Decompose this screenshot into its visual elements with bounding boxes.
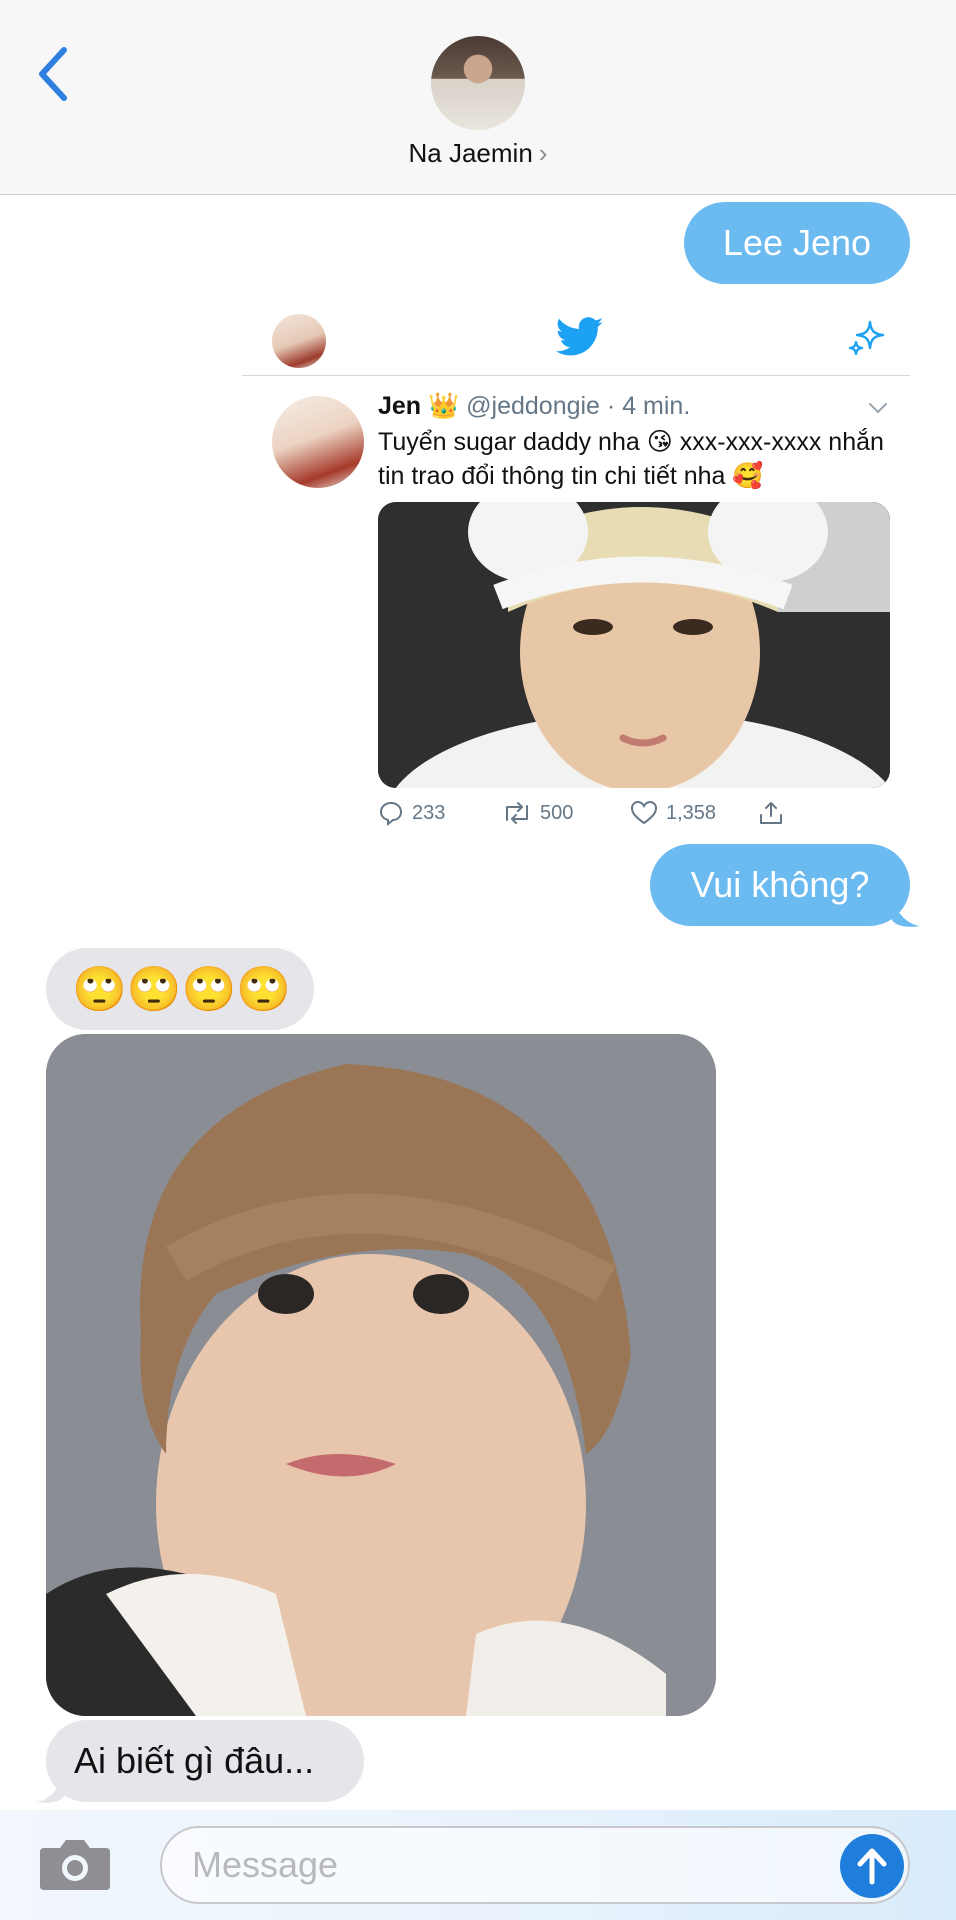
tweet-author-avatar[interactable] [272, 396, 364, 488]
send-button[interactable] [840, 1834, 904, 1898]
tweet-text: Tuyển sugar daddy nha 😘 xxx-xxx-xxxx nhắ… [378, 428, 884, 490]
contact-avatar[interactable] [431, 36, 525, 130]
twitter-bird-icon [555, 316, 604, 358]
tweet-actions: 233 500 1,358 [378, 800, 798, 836]
like-icon [630, 800, 658, 825]
retweet-button[interactable]: 500 [502, 800, 573, 826]
like-button[interactable]: 1,358 [630, 800, 716, 826]
crown-emoji: 👑 [428, 392, 460, 420]
message-input[interactable] [160, 1826, 910, 1904]
bubble-tail [36, 1772, 64, 1803]
chevron-right-icon: › [538, 138, 548, 168]
caret-down-icon[interactable] [866, 396, 890, 420]
message-text: Lee Jeno [722, 222, 872, 263]
back-chevron-icon[interactable] [34, 46, 74, 102]
outgoing-message[interactable]: Vui không? [650, 844, 910, 926]
contact-name-label: Na Jaemin [408, 138, 533, 168]
tweet-image[interactable] [378, 502, 890, 788]
message-text: 🙄🙄🙄🙄 [72, 965, 292, 1014]
share-icon [760, 802, 782, 824]
retweet-count: 500 [540, 801, 574, 824]
outgoing-message[interactable]: Lee Jeno [684, 202, 910, 284]
incoming-message[interactable]: Ai biết gì đâu... [46, 1720, 364, 1802]
tweet-time: · 4 min. [606, 392, 691, 420]
incoming-photo[interactable] [46, 1034, 716, 1716]
tweet-card-avatar [272, 314, 326, 368]
incoming-message[interactable]: 🙄🙄🙄🙄 [46, 948, 314, 1030]
bubble-tail [892, 896, 920, 927]
contact-name-button[interactable]: Na Jaemin › [0, 138, 956, 169]
sparkle-icon[interactable] [846, 318, 888, 360]
retweet-icon [506, 802, 528, 824]
tweet-card-header [242, 308, 910, 376]
like-count: 1,358 [666, 801, 717, 824]
send-arrow-icon [857, 1848, 887, 1885]
tweet-handle[interactable]: @jeddongie [466, 392, 600, 420]
share-button[interactable] [758, 800, 792, 826]
reply-icon [379, 801, 403, 826]
camera-button[interactable] [38, 1836, 112, 1892]
reply-button[interactable]: 233 [378, 800, 445, 826]
camera-icon [40, 1840, 110, 1890]
tweet-header: Jen 👑 @jeddongie · 4 min. [378, 392, 690, 421]
message-text: Vui không? [690, 864, 870, 905]
conversation-header: Na Jaemin › [0, 0, 956, 195]
reply-count: 233 [412, 801, 446, 824]
message-text: Ai biết gì đâu... [74, 1740, 315, 1781]
tweet-author-name[interactable]: Jen [378, 392, 421, 420]
